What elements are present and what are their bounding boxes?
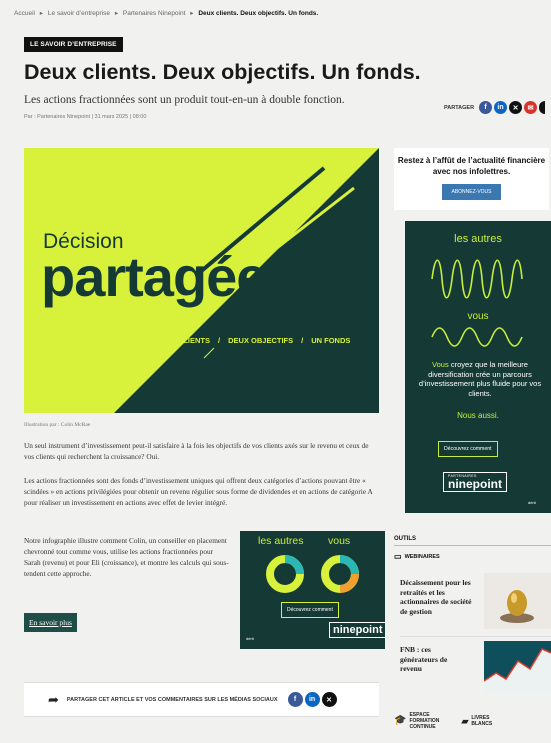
- newsletter-box: Restez à l’affût de l’actualité financiè…: [394, 148, 549, 210]
- webinars-label: WEBINAIRES: [404, 553, 440, 560]
- article-subtitle: Les actions fractionnées sont un produit…: [24, 94, 345, 106]
- ad-mid-text: vous: [467, 311, 489, 322]
- webinar-item-title[interactable]: Décaissement pour les retraités et les a…: [400, 578, 480, 616]
- tools-heading: OUTILS: [394, 536, 416, 542]
- tool-links: 🎓 ESPACE FORMATION CONTINUE ▰ LIVRES BLA…: [394, 712, 497, 730]
- hero-word2: partagée: [41, 245, 267, 308]
- subscribe-button[interactable]: ABONNEZ-VOUS: [442, 184, 501, 200]
- divider: [394, 545, 551, 546]
- category-tag[interactable]: LE SAVOIR D’ENTREPRISE: [24, 37, 123, 52]
- education-link-label: ESPACE FORMATION CONTINUE: [409, 712, 440, 730]
- article-paragraph: Un seul instrument d’investissement peut…: [24, 441, 369, 461]
- ad-brand: ninepoint: [448, 477, 502, 491]
- ad-discover-button[interactable]: Découvrez comment: [438, 441, 498, 457]
- facebook-icon[interactable]: f: [287, 692, 303, 707]
- webinar-item-title[interactable]: FNB : ces générateurs de revenu: [400, 645, 470, 674]
- ninepoint-logo: ninepoint: [329, 622, 385, 638]
- email-icon[interactable]: ✉: [524, 101, 538, 114]
- sidebar-ad[interactable]: les autres vous Vous croyez que la meill…: [405, 221, 551, 513]
- wave-graphic: [431, 259, 523, 347]
- x-icon[interactable]: ✕: [321, 692, 337, 707]
- page-title: Deux clients. Deux objectifs. Un fonds.: [24, 60, 421, 84]
- divider: [400, 636, 551, 637]
- ad-corner: dérit: [528, 500, 536, 505]
- webinar-thumbnail[interactable]: [484, 641, 551, 693]
- hero-tags: DEUX CLIENTS / DEUX OBJECTIFS / UN FONDS: [155, 336, 351, 345]
- rising-chart-image: [484, 648, 551, 693]
- newsletter-text: Restez à l’affût de l’actualité financiè…: [397, 156, 546, 176]
- breadcrumb-partenaires[interactable]: Partenaires Ninepoint: [123, 10, 186, 17]
- x-icon[interactable]: ✕: [509, 101, 523, 114]
- inline-ad-corner: dérit: [246, 636, 254, 641]
- ad-body: Vous croyez que la meilleure diversifica…: [413, 360, 547, 398]
- hero-tag: DEUX OBJECTIFS: [228, 336, 294, 345]
- article-paragraph: Les actions fractionnées sont des fonds …: [24, 476, 373, 507]
- hero-tag: DEUX CLIENTS: [155, 336, 211, 345]
- image-caption: Illustration par : Colin McRae: [24, 422, 91, 428]
- breadcrumb-separator-icon: ▸: [190, 10, 194, 17]
- breadcrumb: Accueil ▸ Le savoir d’entreprise ▸ Parte…: [14, 9, 321, 17]
- ninepoint-logo: PARTENAIRES ninepoint: [443, 472, 507, 492]
- social-share-bar: ➦ PARTAGER CET ARTICLE ET VOS COMMENTAIR…: [24, 682, 379, 717]
- webinar-thumbnail[interactable]: [484, 573, 551, 629]
- whitepapers-link[interactable]: ▰ LIVRES BLANCS: [461, 715, 497, 727]
- breadcrumb-current: Deux clients. Deux objectifs. Un fonds.: [198, 10, 319, 17]
- breadcrumb-savoir[interactable]: Le savoir d’entreprise: [48, 10, 110, 17]
- inline-ad-button[interactable]: Découvrez comment: [281, 602, 339, 618]
- ad-also: Nous aussi.: [457, 411, 499, 420]
- share-label: PARTAGER: [444, 104, 475, 111]
- share-row: PARTAGER f in ✕ ✉: [444, 101, 546, 114]
- hero-illustration: Décision partagée DEUX CLIENTS / DEUX OBJ…: [24, 148, 379, 413]
- inline-ad[interactable]: les autres vous Découvrez comment ninepo…: [240, 531, 385, 649]
- book-icon: ▰: [461, 716, 469, 726]
- nest-egg-image: [500, 590, 534, 623]
- more-share-icon[interactable]: [539, 101, 546, 114]
- learn-more-button[interactable]: En savoir plus: [24, 613, 77, 632]
- breadcrumb-separator-icon: ▸: [114, 10, 119, 17]
- graduation-cap-icon: 🎓: [394, 715, 407, 726]
- share-bar-label: PARTAGER CET ARTICLE ET VOS COMMENTAIRES…: [66, 696, 278, 703]
- linkedin-icon[interactable]: in: [304, 692, 320, 707]
- hero-tag: UN FONDS: [311, 336, 351, 345]
- ad-top-text: les autres: [454, 233, 502, 245]
- facebook-icon[interactable]: f: [479, 101, 493, 114]
- article-meta: Par : Partenaires Ninepoint | 31 mars 20…: [24, 114, 147, 120]
- webinars-heading: ▭ WEBINAIRES: [394, 552, 440, 561]
- breadcrumb-home[interactable]: Accueil: [14, 10, 35, 17]
- ad-body-highlight: Vous: [432, 360, 449, 369]
- education-link[interactable]: 🎓 ESPACE FORMATION CONTINUE: [394, 712, 447, 730]
- breadcrumb-separator-icon: ▸: [39, 10, 44, 17]
- monitor-icon: ▭: [394, 552, 402, 561]
- article-paragraph: Notre infographie illustre comment Colin…: [24, 536, 229, 578]
- share-arrow-icon: ➦: [48, 691, 59, 707]
- linkedin-icon[interactable]: in: [494, 101, 508, 114]
- whitepapers-link-label: LIVRES BLANCS: [471, 715, 493, 727]
